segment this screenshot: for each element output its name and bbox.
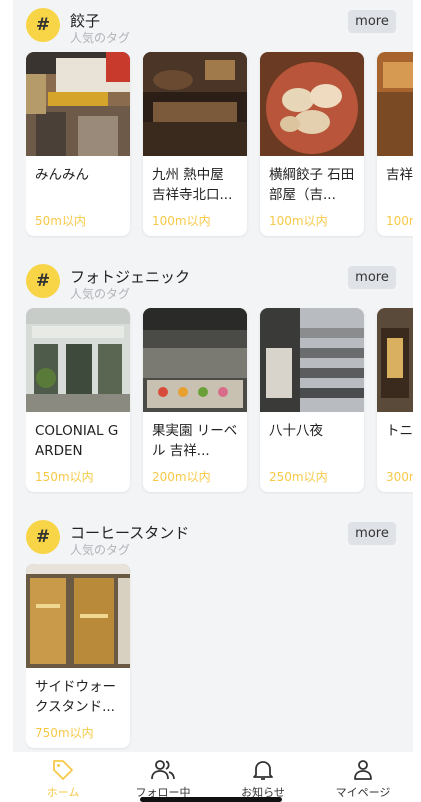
restaurant-card[interactable]: 横綱餃子 石田部屋（吉... 100m以内 [260, 52, 364, 236]
restaurant-name: COLONIAL GARDEN [35, 423, 119, 459]
restaurant-name: トニ [386, 423, 413, 439]
restaurant-card[interactable]: サイドウォークスタンド... 750m以内 [26, 564, 130, 748]
tag-section-coffee-stand: # コーヒースタンド 人気のタグ more サイドウォークスタンド... 750… [13, 512, 413, 748]
restaurant-card[interactable]: 吉祥 番長 100m以内 [377, 52, 413, 236]
distance-label: 150m以内 [35, 470, 94, 484]
tab-notifications[interactable]: お知らせ [213, 752, 313, 802]
more-button[interactable]: more [348, 522, 396, 545]
restaurant-name: 果実園 リーベル 吉祥... [152, 423, 238, 459]
tag-section-gyoza: # 餃子 人気のタグ more みんみん 50m以内 九州 熱中屋 吉祥寺北口.… [13, 0, 413, 236]
distance-label: 100m以内 [269, 214, 328, 228]
bell-icon [253, 761, 273, 780]
restaurant-name: みんみん [35, 167, 89, 183]
distance-label: 250m以内 [269, 470, 328, 484]
restaurant-photo [26, 52, 130, 156]
more-button[interactable]: more [348, 266, 396, 289]
restaurant-card[interactable]: みんみん 50m以内 [26, 52, 130, 236]
restaurant-name: 横綱餃子 石田部屋（吉... [269, 167, 355, 203]
feed-scroll[interactable]: # 餃子 人気のタグ more みんみん 50m以内 九州 熱中屋 吉祥寺北口.… [13, 0, 413, 752]
section-subtitle: 人気のタグ [70, 287, 131, 301]
restaurant-photo [260, 52, 364, 156]
restaurant-card[interactable]: 八十八夜 250m以内 [260, 308, 364, 492]
restaurant-name: 九州 熱中屋 吉祥寺北口... [152, 167, 233, 203]
section-header: # コーヒースタンド 人気のタグ more [13, 512, 413, 557]
more-button[interactable]: more [348, 10, 396, 33]
distance-label: 750m以内 [35, 726, 94, 740]
restaurant-card[interactable]: COLONIAL GARDEN 150m以内 [26, 308, 130, 492]
tab-label: ホーム [46, 786, 80, 799]
card-carousel[interactable]: サイドウォークスタンド... 750m以内 [26, 564, 413, 750]
restaurant-name: 吉祥 番長 [386, 167, 413, 183]
section-title: フォトジェニック [70, 268, 191, 286]
tag-icon [53, 760, 73, 780]
restaurant-card[interactable]: 九州 熱中屋 吉祥寺北口... 100m以内 [143, 52, 247, 236]
section-header: # フォトジェニック 人気のタグ more [13, 256, 413, 301]
hashtag-icon: # [26, 264, 60, 298]
restaurant-card[interactable]: トニ 300m以内 [377, 308, 413, 492]
hashtag-icon: # [26, 8, 60, 42]
tab-home[interactable]: ホーム [13, 752, 113, 802]
tab-label: マイページ [335, 786, 391, 799]
card-carousel[interactable]: COLONIAL GARDEN 150m以内 果実園 リーベル 吉祥... 20… [26, 308, 413, 494]
distance-label: 300m以内 [386, 470, 413, 484]
tab-following[interactable]: フォロー中 [113, 752, 213, 802]
distance-label: 200m以内 [152, 470, 211, 484]
bottom-tab-bar: ホーム フォロー中 お知らせ マイページ [13, 752, 413, 802]
person-icon [354, 760, 372, 780]
section-subtitle: 人気のタグ [70, 31, 131, 45]
section-header: # 餃子 人気のタグ more [13, 0, 413, 45]
tab-mypage[interactable]: マイページ [313, 752, 413, 802]
distance-label: 50m以内 [35, 214, 86, 228]
restaurant-photo [26, 564, 130, 668]
restaurant-photo [377, 52, 413, 156]
restaurant-card[interactable]: 果実園 リーベル 吉祥... 200m以内 [143, 308, 247, 492]
restaurant-photo [377, 308, 413, 412]
hashtag-icon: # [26, 520, 60, 554]
restaurant-name: 八十八夜 [269, 423, 323, 439]
card-carousel[interactable]: みんみん 50m以内 九州 熱中屋 吉祥寺北口... 100m以内 横綱餃子 石… [26, 52, 413, 238]
distance-label: 100m以内 [152, 214, 211, 228]
section-title: 餃子 [70, 12, 101, 30]
restaurant-photo [26, 308, 130, 412]
tag-section-photogenic: # フォトジェニック 人気のタグ more COLONIAL GARDEN 15… [13, 256, 413, 492]
section-subtitle: 人気のタグ [70, 543, 131, 557]
restaurant-photo [143, 52, 247, 156]
home-indicator [140, 797, 282, 802]
people-icon [151, 760, 175, 780]
restaurant-photo [260, 308, 364, 412]
restaurant-name: サイドウォークスタンド... [35, 679, 116, 715]
restaurant-photo [143, 308, 247, 412]
section-title: コーヒースタンド [70, 524, 190, 542]
distance-label: 100m以内 [386, 214, 413, 228]
